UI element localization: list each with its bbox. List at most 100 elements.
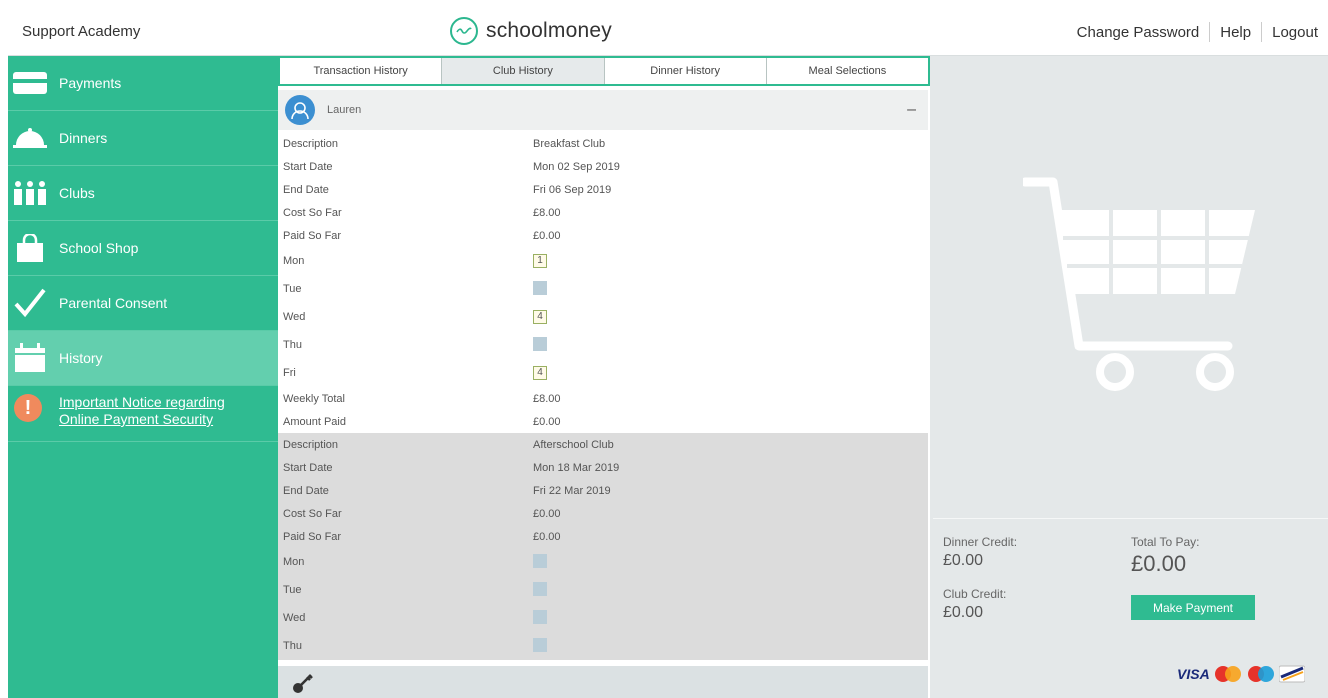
sidebar-item-label: Payments <box>59 75 122 91</box>
calendar-icon <box>12 341 48 375</box>
people-icon <box>12 176 48 210</box>
field-value: Mon 18 Mar 2019 <box>533 461 620 474</box>
day-label: Mon <box>283 255 305 267</box>
field-value: Mon 02 Sep 2019 <box>533 160 620 173</box>
day-row: Tue <box>278 576 928 604</box>
sidebar-item-label: Clubs <box>59 185 95 201</box>
sidebar-item-payments[interactable]: Payments <box>8 56 278 111</box>
checkmark-icon <box>12 286 48 320</box>
day-label: Thu <box>283 339 302 351</box>
record-row: Description Afterschool Club <box>278 433 928 456</box>
day-row: Mon <box>278 548 928 576</box>
dinner-credit-label: Dinner Credit: <box>943 535 1018 549</box>
child-name: Lauren <box>327 104 362 116</box>
total-value: £0.00 <box>1131 551 1187 576</box>
sidebar-item-label: History <box>59 350 103 366</box>
record-row: Start Date Mon 02 Sep 2019 <box>278 155 928 178</box>
payment-summary: Dinner Credit: £0.00 Club Credit: £0.00 … <box>933 518 1328 698</box>
user-avatar-icon <box>285 95 315 125</box>
field-label: End Date <box>283 183 329 196</box>
top-header: Support Academy schoolmoney Change Passw… <box>8 8 1328 56</box>
help-link[interactable]: Help <box>1220 24 1251 41</box>
sidebar-item-dinners[interactable]: Dinners <box>8 111 278 166</box>
sidebar-item-history[interactable]: History <box>8 331 278 386</box>
tab-club-history[interactable]: Club History <box>442 58 605 84</box>
record-row: Paid So Far £0.00 <box>278 525 928 548</box>
day-count: 4 <box>533 366 547 380</box>
record-row: End Date Fri 22 Mar 2019 <box>278 479 928 502</box>
sidebar-item-school-shop[interactable]: School Shop <box>8 221 278 276</box>
field-label: Cost So Far <box>283 206 342 219</box>
divider <box>1209 22 1211 42</box>
card-logos: VISA <box>1177 665 1305 683</box>
day-empty <box>533 637 547 652</box>
day-count: 1 <box>533 254 547 268</box>
day-empty <box>533 280 547 295</box>
field-label: Paid So Far <box>283 229 342 242</box>
alert-icon: ! <box>14 394 42 422</box>
day-label: Fri <box>283 367 296 379</box>
school-name: Support Academy <box>22 23 141 40</box>
day-row: Thu <box>278 331 928 359</box>
record-row: Cost So Far £0.00 <box>278 502 928 525</box>
sidebar-item-clubs[interactable]: Clubs <box>8 166 278 221</box>
day-row: Fri 4 <box>278 359 928 387</box>
field-value: Afterschool Club <box>533 438 614 451</box>
change-password-link[interactable]: Change Password <box>1077 24 1200 41</box>
record-row: Amount Paid £0.00 <box>278 410 928 433</box>
day-row: Tue <box>278 275 928 303</box>
field-value: £8.00 <box>533 392 561 405</box>
maestro-icon <box>1247 666 1274 682</box>
day-row: Wed 4 <box>278 303 928 331</box>
make-payment-button[interactable]: Make Payment <box>1131 595 1255 620</box>
wave-icon <box>450 17 478 45</box>
history-tabs: Transaction History Club History Dinner … <box>278 56 930 86</box>
card-icon <box>1278 665 1305 683</box>
collapse-toggle[interactable]: – <box>907 101 916 119</box>
record-row: Cost So Far £8.00 <box>278 201 928 224</box>
day-empty <box>533 553 547 568</box>
field-label: Paid So Far <box>283 530 342 543</box>
day-row: Mon 1 <box>278 247 928 275</box>
history-panel: Transaction History Club History Dinner … <box>278 56 930 698</box>
basket-panel: Dinner Credit: £0.00 Club Credit: £0.00 … <box>933 56 1328 698</box>
sidebar-item-notice[interactable]: ! Important Notice regarding Online Paym… <box>8 386 278 442</box>
tab-meal-selections[interactable]: Meal Selections <box>767 58 928 84</box>
tab-dinner-history[interactable]: Dinner History <box>605 58 767 84</box>
tab-transaction-history[interactable]: Transaction History <box>280 58 443 84</box>
day-label: Wed <box>283 612 306 624</box>
day-empty <box>533 609 547 624</box>
club-record: Description Breakfast Club Start Date Mon … <box>278 132 928 433</box>
day-label: Mon <box>283 556 305 568</box>
notice-link[interactable]: Important Notice regarding Online Paymen… <box>59 394 225 428</box>
field-label: Amount Paid <box>283 415 346 428</box>
mastercard-icon <box>1214 666 1241 682</box>
shopping-cart-icon <box>1023 177 1255 391</box>
club-record: Description Afterschool Club Start Date Mo… <box>278 433 928 660</box>
notice-line: Online Payment Security <box>59 411 214 427</box>
day-label: Tue <box>283 283 302 295</box>
dinner-credit-value: £0.00 <box>943 552 984 569</box>
app-frame: Support Academy schoolmoney Change Passw… <box>8 8 1328 698</box>
panel-footer <box>278 666 928 698</box>
field-label: Description <box>283 137 339 150</box>
field-value: £0.00 <box>533 229 561 242</box>
record-row: Paid So Far £0.00 <box>278 224 928 247</box>
logout-link[interactable]: Logout <box>1272 24 1318 41</box>
visa-logo: VISA <box>1177 666 1210 682</box>
child-header[interactable]: Lauren – <box>278 90 928 130</box>
key-icon[interactable] <box>292 672 314 698</box>
day-row: Thu <box>278 632 928 660</box>
sidebar-item-parental-consent[interactable]: Parental Consent <box>8 276 278 331</box>
cloche-icon <box>12 121 48 155</box>
record-row: Weekly Total £8.00 <box>278 387 928 410</box>
record-row: Start Date Mon 18 Mar 2019 <box>278 456 928 479</box>
field-value: Breakfast Club <box>533 137 606 150</box>
day-count: 4 <box>533 310 547 324</box>
field-label: End Date <box>283 484 329 497</box>
brand-logo[interactable]: schoolmoney <box>450 14 612 48</box>
field-value: £0.00 <box>533 415 561 428</box>
top-links: Change Password Help Logout <box>1077 22 1318 42</box>
sidebar-item-label: Parental Consent <box>59 295 168 311</box>
day-label: Wed <box>283 311 306 323</box>
